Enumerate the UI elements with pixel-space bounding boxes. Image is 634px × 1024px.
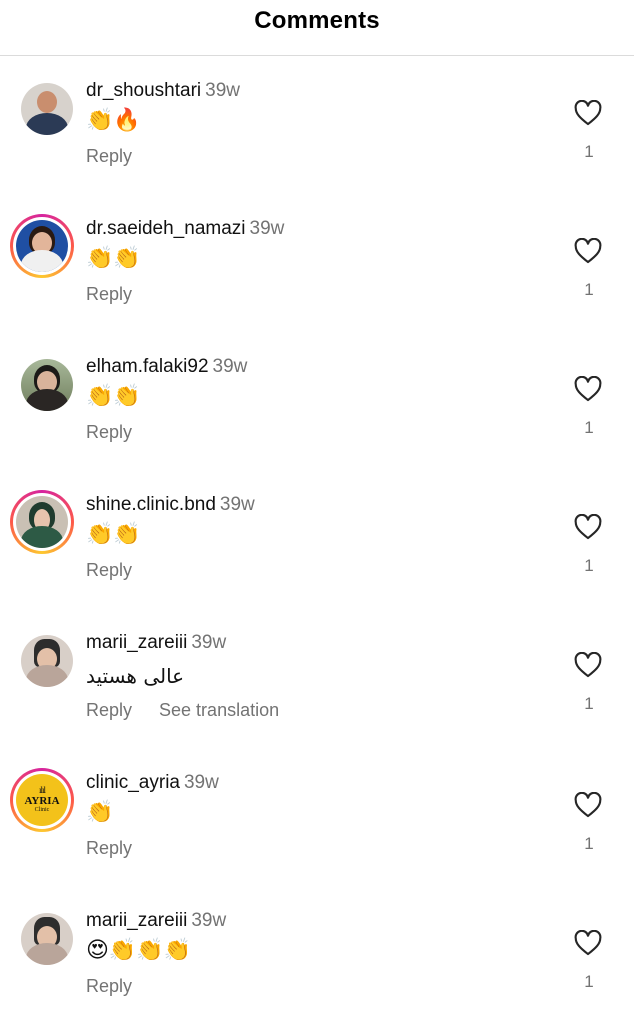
avatar-story-ring[interactable] (10, 214, 74, 278)
heart-icon[interactable] (574, 652, 602, 678)
heart-icon[interactable] (574, 514, 602, 540)
comment-item: shine.clinic.bnd 39w 👏👏 Reply 1 (0, 490, 634, 634)
see-translation-button[interactable]: See translation (159, 700, 279, 721)
avatar[interactable] (20, 912, 74, 966)
reply-button[interactable]: Reply (86, 146, 132, 167)
heart-icon[interactable] (574, 792, 602, 818)
reply-button[interactable]: Reply (86, 700, 132, 721)
comment-time: 39w (212, 356, 248, 377)
heart-icon[interactable] (574, 238, 602, 264)
reply-button[interactable]: Reply (86, 976, 132, 997)
like-count: 1 (584, 418, 594, 437)
comment-text: 👏 (86, 799, 114, 824)
reply-button[interactable]: Reply (86, 284, 132, 305)
like-count: 1 (584, 694, 594, 713)
like-count: 1 (584, 556, 594, 575)
page-title: Comments (254, 6, 380, 34)
comment-username[interactable]: dr_shoushtari 39w (86, 80, 240, 102)
header: Comments (0, 0, 634, 56)
comment-item: marii_zareiii 39w 😍👏👏👏 Reply 1 (0, 910, 634, 1024)
reply-button[interactable]: Reply (86, 422, 132, 443)
like-count: 1 (584, 280, 594, 299)
comment-username[interactable]: elham.falaki92 39w (86, 356, 247, 378)
comment-time: 39w (183, 772, 219, 793)
comment-text: 👏🔥 (86, 107, 141, 132)
comment-time: 39w (191, 632, 227, 653)
avatar[interactable] (20, 358, 74, 412)
comment-username[interactable]: dr.saeideh_namazi 39w (86, 218, 284, 240)
heart-icon[interactable] (574, 930, 602, 956)
comment-item: ılıl AYRIA Clinic clinic_ayria 39w 👏 Repl… (0, 768, 634, 912)
like-count: 1 (584, 142, 594, 161)
avatar-story-ring[interactable]: ılıl AYRIA Clinic (10, 768, 74, 832)
ayria-logo: ılıl AYRIA Clinic (16, 774, 68, 826)
reply-button[interactable]: Reply (86, 560, 132, 581)
comment-time: 39w (249, 218, 285, 239)
avatar[interactable] (20, 634, 74, 688)
avatar[interactable] (20, 82, 74, 136)
comment-time: 39w (191, 910, 227, 931)
reply-button[interactable]: Reply (86, 838, 132, 859)
comment-username[interactable]: marii_zareiii 39w (86, 910, 226, 932)
avatar (16, 220, 68, 272)
heart-icon[interactable] (574, 376, 602, 402)
comment-time: 39w (205, 80, 240, 101)
like-count: 1 (584, 834, 594, 853)
comment-username[interactable]: shine.clinic.bnd 39w (86, 494, 255, 516)
heart-icon[interactable] (574, 100, 602, 126)
comment-item: marii_zareiii 39w عالی هستید Reply See tr… (0, 632, 634, 772)
comment-time: 39w (219, 494, 255, 515)
comment-text: عالی هستید (86, 664, 185, 688)
comment-item: elham.falaki92 39w 👏👏 Reply 1 (0, 356, 634, 496)
comment-text: 👏👏 (86, 383, 141, 408)
comment-text: 😍👏👏👏 (86, 937, 192, 962)
avatar-story-ring[interactable] (10, 490, 74, 554)
comment-item: dr_shoushtari 39w 👏🔥 Reply 1 (0, 80, 634, 220)
like-count: 1 (584, 972, 594, 991)
comment-text: 👏👏 (86, 245, 141, 270)
comment-text: 👏👏 (86, 521, 141, 546)
comment-item: dr.saeideh_namazi 39w 👏👏 Reply 1 (0, 214, 634, 358)
comment-username[interactable]: clinic_ayria 39w (86, 772, 219, 794)
comment-username[interactable]: marii_zareiii 39w (86, 632, 226, 654)
avatar (16, 496, 68, 548)
